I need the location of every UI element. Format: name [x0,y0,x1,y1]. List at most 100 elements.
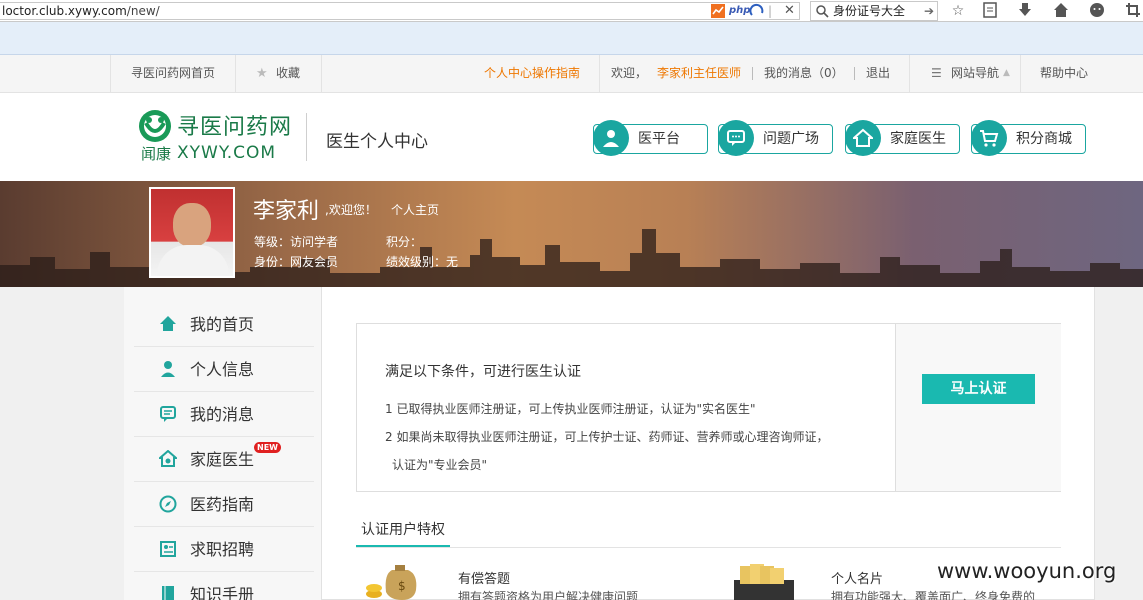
menu-lines-icon: ☰ [931,66,942,80]
nav-label: 家庭医生 [890,131,946,147]
identity-info: 身份：网友会员 [254,255,339,269]
logo-mark-icon [139,110,171,142]
certify-now-button[interactable]: 马上认证 [922,374,1035,404]
performance-info: 绩效级别：无 [386,255,459,269]
welcome-text: 欢迎， [611,66,648,80]
swirl-extension-icon[interactable] [749,3,765,19]
sidebar-item-home[interactable]: 我的首页 [134,303,314,347]
guide-link[interactable]: 个人中心操作指南 [484,55,580,92]
separator-icon: | [768,4,773,18]
site-logo[interactable]: 寻医问药网 闻康 XYWY.COM [137,107,291,163]
browser-toolbar: loctor.club.xywy.com/new/ php | ✕ 身份证号大全… [0,0,1143,22]
nav-doctor-platform[interactable]: 医平台 [593,120,708,156]
site-home-link[interactable]: 寻医问药网首页 [131,55,215,92]
sidebar-item-label: 我的消息 [190,405,255,424]
doctor-name: 李家利 [253,199,320,224]
certification-condition-1: 1 已取得执业医师注册证，可上传执业医师注册证，认证为"实名医生" [385,402,756,416]
reading-list-icon[interactable] [981,2,999,20]
certification-action-area: 马上认证 [895,324,1061,491]
certification-condition-2-cont: 认证为"专业会员" [392,458,488,472]
message-icon [158,405,178,425]
family-doctor-icon [157,449,179,470]
certification-condition-2: 2 如果尚未取得执业医师注册证，可上传护士证、药师证、营养师或心理咨询师证， [385,430,829,444]
new-badge: NEW [254,442,281,453]
sidebar-item-label: 家庭医生 [190,450,255,469]
go-arrow-icon[interactable]: ➔ [924,2,934,20]
doctor-avatar[interactable] [149,187,235,278]
nav-family-doctor[interactable]: 家庭医生 [845,120,960,156]
feature-business-card-title: 个人名片 [831,572,884,587]
compass-icon [158,495,178,515]
feature-paid-answer-desc: 拥有答题资格为用户解决健康问题 [458,590,639,600]
close-icon[interactable]: ✕ [784,3,795,19]
sidebar-item-handbook[interactable]: 知识手册 [134,573,314,600]
chat-bubble-icon [718,120,754,156]
resume-icon [158,540,178,560]
crop-icon[interactable] [1124,2,1142,20]
php-extension-icon[interactable]: php [729,3,750,19]
nav-label: 积分商城 [1016,131,1072,147]
sidebar-item-medicine-guide[interactable]: 医药指南 [134,483,314,527]
personal-homepage-link[interactable]: 个人主页 [391,201,439,218]
page-title: 医生个人中心 [326,132,428,152]
star-icon[interactable]: ☆ [949,2,967,20]
sidebar-item-label: 医药指南 [190,495,255,514]
search-icon [816,5,829,18]
site-nav-link[interactable]: 网站导航 [951,55,999,92]
tab-privileges[interactable]: 认证用户特权 [356,518,450,548]
favorite-link[interactable]: 收藏 [276,55,300,92]
sidebar-item-label: 求职招聘 [190,540,255,559]
tab-divider [356,547,1061,548]
sidebar-item-jobs[interactable]: 求职招聘 [134,528,314,572]
sidebar-item-family-doctor[interactable]: 家庭医生 NEW [134,438,314,482]
address-bar[interactable]: loctor.club.xywy.com/new/ [0,2,800,20]
url-host: loctor.club.xywy.com [2,4,127,18]
caret-up-icon: ▲ [1003,68,1010,78]
top-nav: 寻医问药网首页 ★ 收藏 个人中心操作指南 欢迎， 李家利主任医师 我的消息（0… [0,55,1143,93]
logo-title: 寻医问药网 [177,115,293,140]
home-browser-icon[interactable] [1052,2,1070,20]
logo-en: XYWY.COM [177,143,277,163]
logout-link[interactable]: 退出 [866,55,890,92]
sidebar-item-label: 个人信息 [190,360,255,379]
site-header: 寻医问药网 闻康 XYWY.COM 医生个人中心 医平台 问题广场 家庭医生 积… [0,93,1143,181]
doctor-icon [593,120,629,156]
sidebar-item-messages[interactable]: 我的消息 [134,393,314,437]
search-value: 身份证号大全 [833,4,906,18]
house-icon [845,120,881,156]
messages-link[interactable]: 我的消息（0） [764,55,844,92]
search-input[interactable]: 身份证号大全 ➔ [810,1,938,21]
chart-extension-icon[interactable] [710,3,726,19]
cart-icon [971,120,1007,156]
svg-text:$: $ [398,579,406,593]
chat-icon[interactable] [1088,2,1106,20]
logo-sub: 闻康 [141,145,172,163]
nav-label: 问题广场 [763,131,819,147]
user-link[interactable]: 李家利主任医师 [657,55,741,92]
nav-label: 医平台 [638,131,680,147]
feature-business-card-desc: 拥有功能强大、覆盖面广、终身免费的 [831,590,1036,600]
card-box-icon [730,562,810,600]
bookmarks-bar [0,22,1143,55]
user-icon [158,360,178,380]
home-icon [158,315,178,335]
favorite-star-icon: ★ [256,66,268,81]
sidebar-item-profile[interactable]: 个人信息 [134,348,314,392]
sidebar-item-label: 知识手册 [190,585,255,600]
nav-question-square[interactable]: 问题广场 [718,120,833,156]
nav-points-mall[interactable]: 积分商城 [971,120,1086,156]
certification-title: 满足以下条件，可进行医生认证 [385,364,581,380]
sidebar-item-label: 我的首页 [190,315,255,334]
money-bag-icon: $ [362,562,442,600]
book-icon [158,585,178,600]
feature-paid-answer-title: 有偿答题 [458,572,511,587]
url-path: /new/ [126,4,160,18]
logo-divider [306,113,307,161]
certification-panel: 满足以下条件，可进行医生认证 1 已取得执业医师注册证，可上传执业医师注册证，认… [356,323,1061,492]
help-link[interactable]: 帮助中心 [1040,55,1088,92]
welcome-message: ,欢迎您！ [325,203,377,217]
download-icon[interactable] [1016,2,1034,20]
level-info: 等级：访问学者 [254,235,339,249]
watermark-text: www.wooyun.org [937,559,1117,583]
points-info: 积分： [386,235,423,249]
